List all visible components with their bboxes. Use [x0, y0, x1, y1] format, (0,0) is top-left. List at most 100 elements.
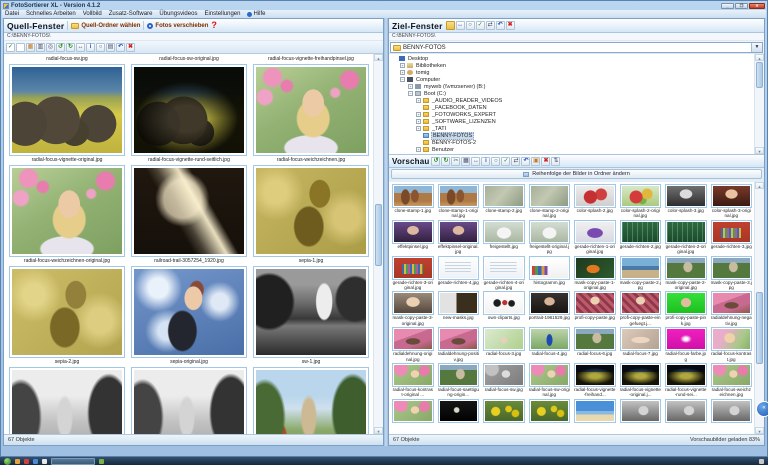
- preview-thumbnail[interactable]: clone-stamp-1.jpg: [390, 183, 436, 219]
- preview-thumbnail[interactable]: new-masks.jpg: [436, 290, 482, 326]
- menu-item-zusatzsoftware[interactable]: Zusatz-Software: [109, 11, 153, 17]
- taskbar-item[interactable]: [99, 458, 104, 464]
- tree-item[interactable]: + Benutzer: [390, 146, 754, 153]
- scroll-down-icon[interactable]: ▼: [755, 147, 764, 154]
- taskbar-item[interactable]: [15, 458, 20, 464]
- checkbox-checked-icon[interactable]: ✓: [6, 42, 15, 52]
- preview-thumbnail[interactable]: clone-stamp-2.jpg: [481, 183, 527, 219]
- tree-item[interactable]: Desktop: [390, 55, 754, 62]
- choose-source-folder-button[interactable]: Quell-Ordner wählen: [71, 22, 140, 29]
- photo-thumbnail[interactable]: [131, 266, 247, 358]
- preview-thumbnail[interactable]: mask-copy-paste-3.jpg: [709, 255, 755, 291]
- preview-thumbnail[interactable]: radial-focus-kontrast-original ...: [390, 362, 436, 398]
- move-photos-button[interactable]: Fotos verschieben: [147, 22, 208, 29]
- reorder-images-button[interactable]: Reihenfolge der Bilder in Ordner ändern: [391, 169, 762, 179]
- preview-thumbnail[interactable]: histogramm.jpg: [527, 255, 573, 291]
- preview-thumbnail[interactable]: radialdehnung-negativ.jpg: [709, 290, 755, 326]
- preview-thumbnail[interactable]: clone-stamp-1-original.jpg: [436, 183, 482, 219]
- source-scrollbar[interactable]: ▲ ▼: [373, 54, 383, 434]
- delete-icon[interactable]: ✖: [505, 21, 515, 30]
- check-page-icon[interactable]: ✓: [475, 21, 485, 30]
- scissors-icon[interactable]: ✂: [451, 156, 461, 166]
- preview-thumbnail[interactable]: radial-focus-sw-original.jpg: [527, 362, 573, 398]
- preview-thumbnail[interactable]: [618, 398, 664, 423]
- resize-icon[interactable]: ↔: [76, 42, 85, 52]
- photo-thumbnail[interactable]: [9, 266, 125, 358]
- zoom-icon[interactable]: ○: [491, 156, 501, 166]
- rotate-ccw-icon[interactable]: ↺: [431, 156, 441, 166]
- preview-thumbnail[interactable]: [436, 398, 482, 423]
- people-icon[interactable]: ▦: [26, 42, 35, 52]
- expand-icon[interactable]: +: [408, 84, 413, 89]
- taskbar-item[interactable]: [42, 458, 47, 464]
- preview-thumbnail[interactable]: gerade-richten-3.jpg: [709, 219, 755, 255]
- chevron-down-icon[interactable]: ▼: [751, 43, 762, 52]
- preview-thumbnail[interactable]: radial-focus-vignette-freihand...: [572, 362, 618, 398]
- undo-icon[interactable]: ↶: [116, 42, 125, 52]
- checkbox-empty-icon[interactable]: [16, 42, 25, 52]
- tree-item[interactable]: + tomig: [390, 69, 754, 76]
- minimize-button[interactable]: _: [721, 2, 734, 9]
- expand-icon[interactable]: +: [416, 147, 421, 152]
- scroll-down-icon[interactable]: ▼: [374, 427, 383, 434]
- preview-thumbnail[interactable]: profi-copy-paste-pink.jpg: [663, 290, 709, 326]
- preview-thumbnail[interactable]: mask-copy-paste-1-original.jpg: [572, 255, 618, 291]
- preview-thumbnail[interactable]: gerade-richten-1-original.jpg: [572, 219, 618, 255]
- preview-thumbnail[interactable]: profi-copy-paste.jpg: [572, 290, 618, 326]
- preview-thumbnail[interactable]: radialdehnung-positiv.jpg: [436, 326, 482, 362]
- preview-thumbnail[interactable]: mask-copy-paste-2.jpg: [618, 255, 664, 291]
- preview-thumbnail[interactable]: effektpinsel.jpg: [390, 219, 436, 255]
- web-icon[interactable]: ◎: [46, 42, 55, 52]
- reorder-icon[interactable]: ⇅: [551, 156, 561, 166]
- scroll-thumb[interactable]: [375, 204, 382, 266]
- zoom-icon[interactable]: ○: [96, 42, 105, 52]
- preview-thumbnail[interactable]: radial-focus-kontrast.jpg: [709, 326, 755, 362]
- delete-icon[interactable]: ✖: [541, 156, 551, 166]
- columns-icon[interactable]: ▥: [36, 42, 45, 52]
- preview-thumbnail[interactable]: color-splash-2.jpg: [572, 183, 618, 219]
- menu-item-hilfe[interactable]: Hilfe: [247, 11, 266, 17]
- expand-icon[interactable]: +: [416, 98, 421, 103]
- scroll-up-icon[interactable]: ▲: [755, 182, 764, 189]
- preview-thumbnail[interactable]: color-splash-2-original.jpg: [618, 183, 664, 219]
- photo-thumbnail[interactable]: [9, 165, 125, 257]
- preview-thumbnail[interactable]: color-splash-3-original.jpg: [709, 183, 755, 219]
- preview-thumbnail[interactable]: [709, 398, 755, 423]
- preview-thumbnail[interactable]: gerade-richten-4.jpg: [436, 255, 482, 291]
- preview-thumbnail[interactable]: freigestellt-original.jpg: [527, 219, 573, 255]
- folder-combobox[interactable]: BENNY-FOTOS ▼: [390, 42, 763, 53]
- undo-icon[interactable]: ↶: [495, 21, 505, 30]
- menu-item-einstellungen[interactable]: Einstellungen: [204, 11, 240, 17]
- new-folder-icon[interactable]: [445, 21, 455, 30]
- taskbar-item[interactable]: [759, 458, 764, 464]
- menu-item-schnellesarbeiten[interactable]: Schnelles Arbeiten: [26, 11, 76, 17]
- menu-item-übungsvideos[interactable]: Übungsvideos: [159, 11, 197, 17]
- help-button[interactable]: ?: [211, 21, 217, 30]
- tree-item[interactable]: BENNY-FOTOS-2: [390, 139, 754, 146]
- photo-thumbnail[interactable]: [253, 64, 369, 156]
- preview-thumbnail[interactable]: effektpinsel-original.jpg: [436, 219, 482, 255]
- collapse-icon[interactable]: −: [400, 77, 405, 82]
- start-button[interactable]: [4, 457, 11, 465]
- undo-icon[interactable]: ↶: [521, 156, 531, 166]
- tree-item[interactable]: _FACEBOOK_DATEN: [390, 104, 754, 111]
- resize-icon[interactable]: ↔: [471, 156, 481, 166]
- tree-item[interactable]: BENNY-FOTOS: [390, 131, 754, 140]
- expand-icon[interactable]: +: [400, 63, 405, 68]
- preview-thumbnail[interactable]: clone-stamp-2-original.jpg: [527, 183, 573, 219]
- scroll-thumb[interactable]: [756, 292, 763, 364]
- preview-thumbnail[interactable]: own-cliparts.jpg: [481, 290, 527, 326]
- taskbar-active-item[interactable]: [51, 457, 95, 465]
- tree-scrollbar[interactable]: ▲ ▼: [754, 54, 764, 154]
- tree-item[interactable]: + myweb (\\vmzserver) (B:): [390, 83, 754, 90]
- scroll-up-icon[interactable]: ▲: [755, 54, 764, 61]
- preview-thumbnail[interactable]: radial-focus-vignette-rund-sei...: [663, 362, 709, 398]
- photo-thumbnail[interactable]: [131, 165, 247, 257]
- photo-thumbnail[interactable]: [131, 367, 247, 434]
- photo-thumbnail[interactable]: [9, 367, 125, 434]
- expand-icon[interactable]: +: [400, 70, 405, 75]
- restore-button[interactable]: ❐: [735, 2, 748, 9]
- scroll-up-icon[interactable]: ▲: [374, 54, 383, 61]
- preview-thumbnail[interactable]: radial-focus-3.jpg: [481, 326, 527, 362]
- preview-thumbnail[interactable]: mask-copy-paste-3-original.jpg: [390, 290, 436, 326]
